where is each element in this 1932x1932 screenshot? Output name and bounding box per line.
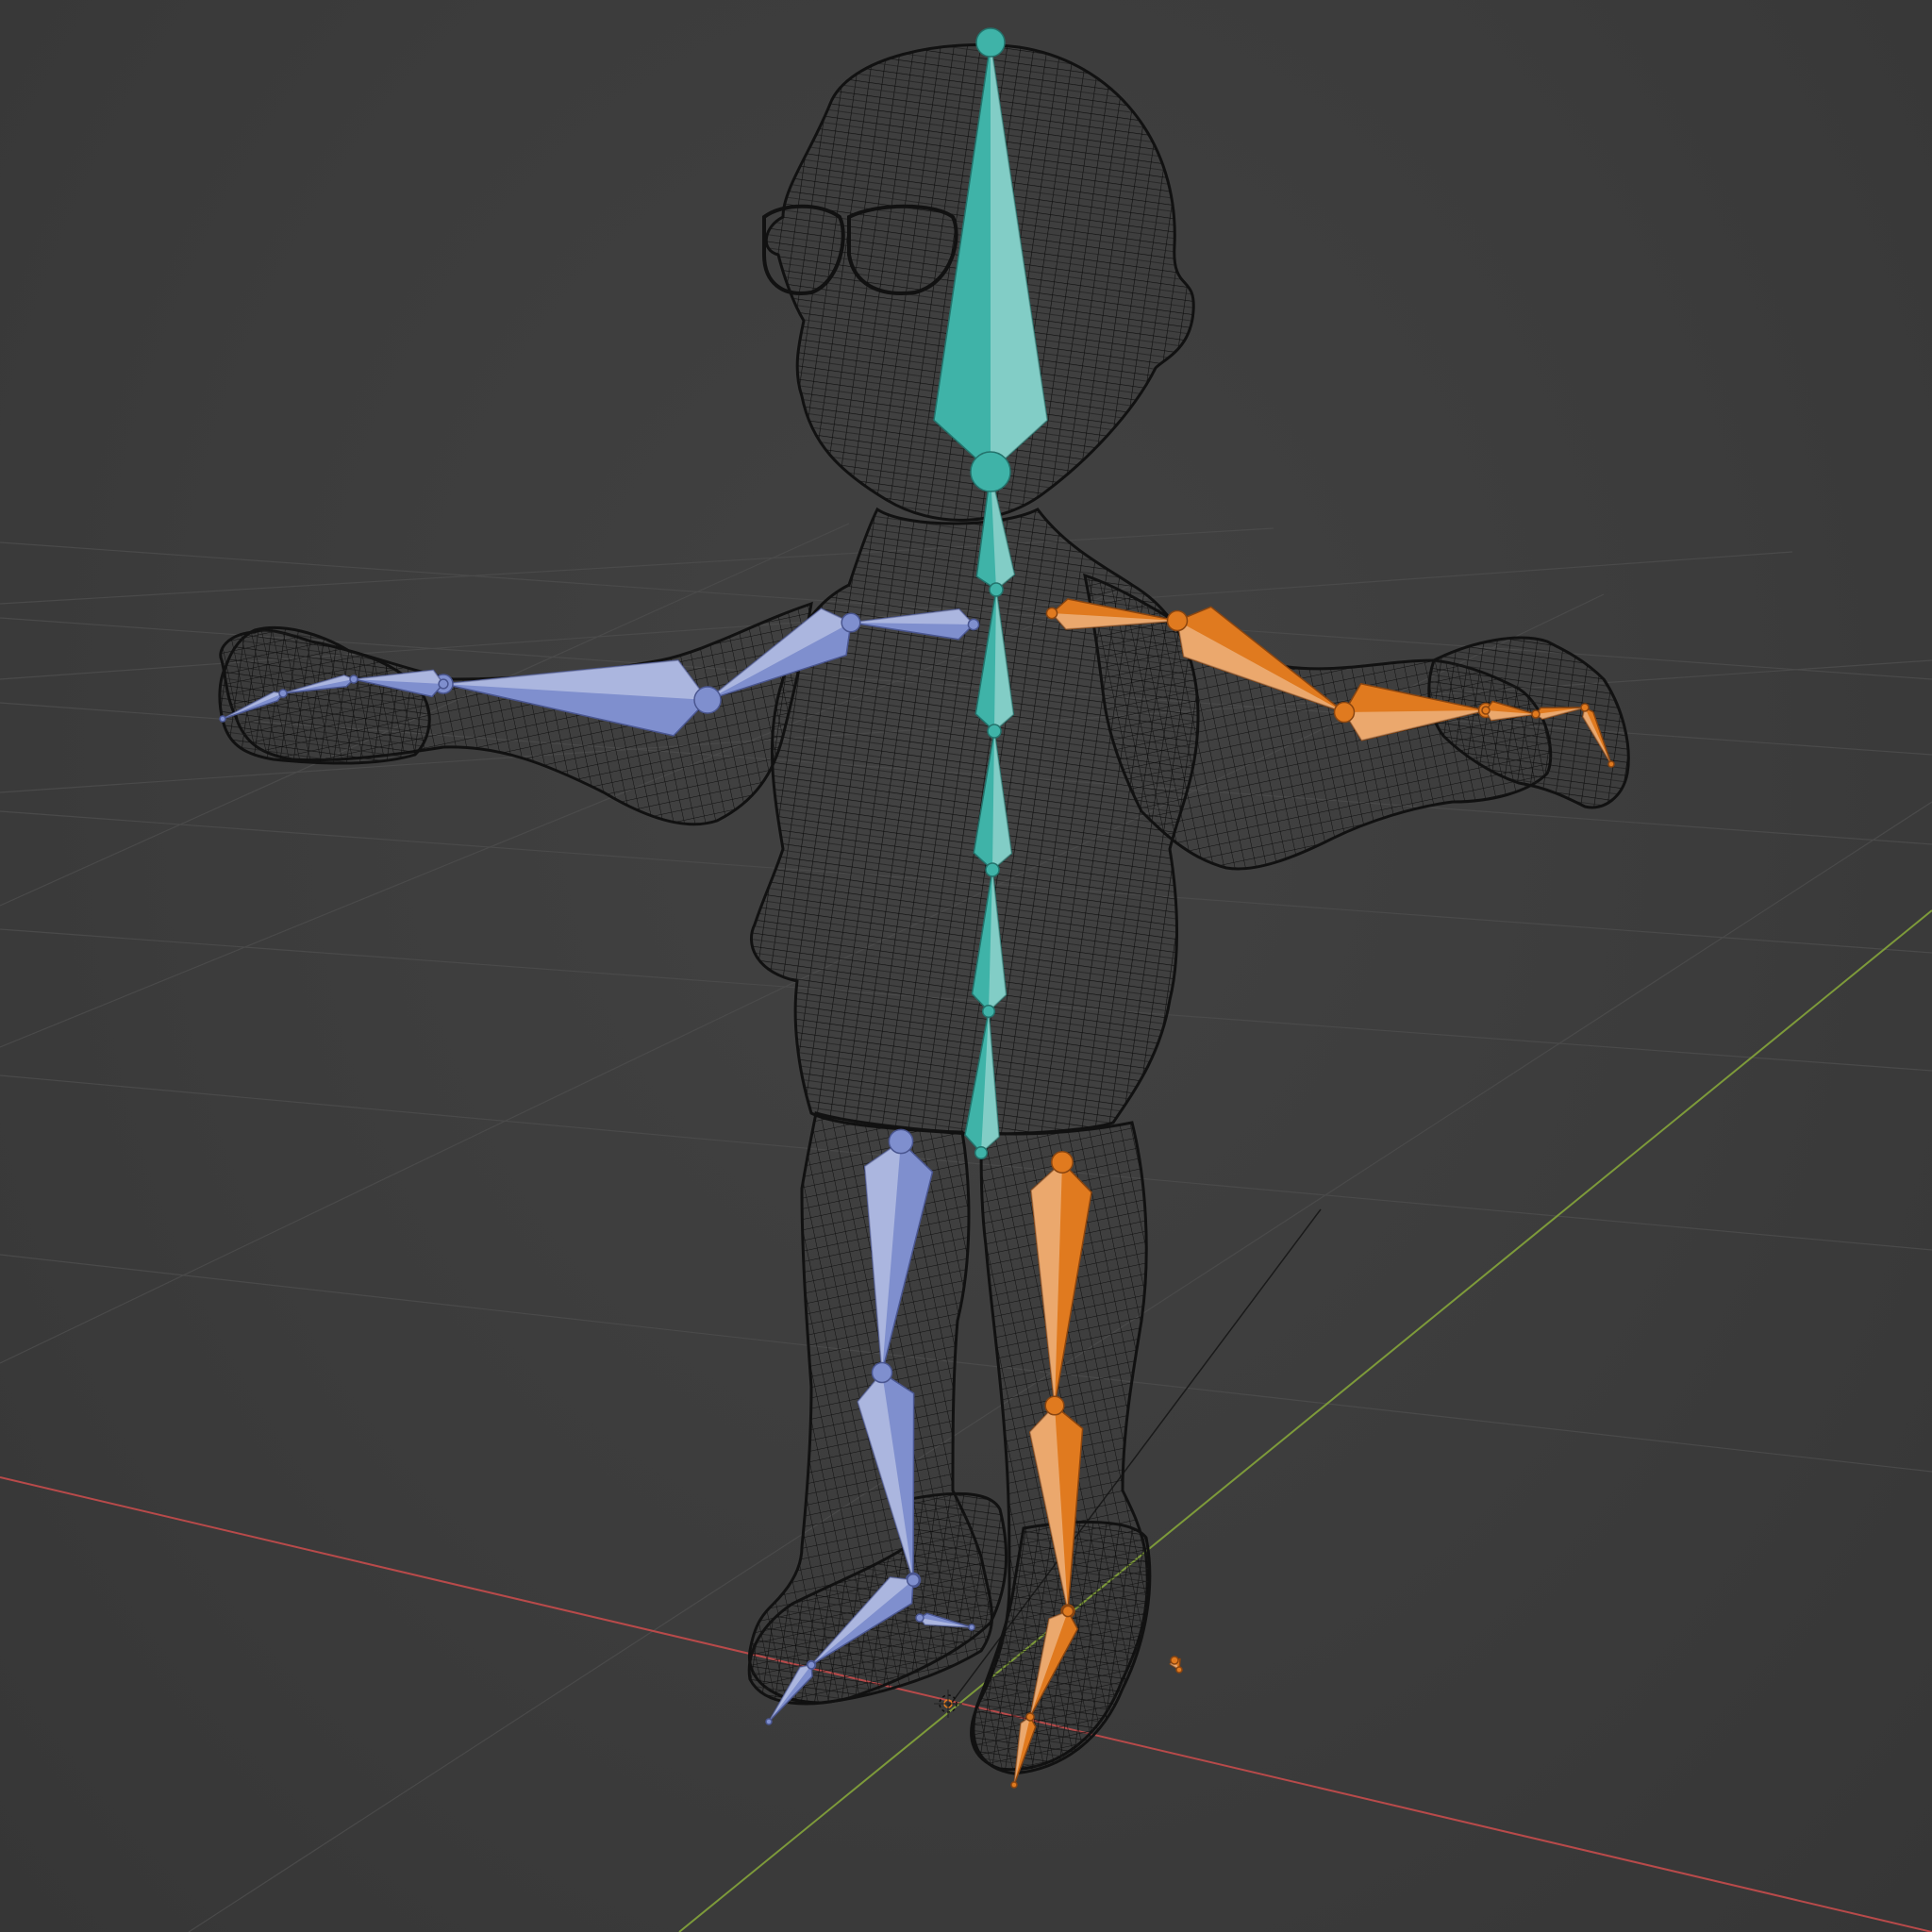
bone-head-joint[interactable]: [888, 1128, 914, 1155]
bone-tail-joint[interactable]: [975, 27, 1006, 58]
bone-tail-joint[interactable]: [1010, 1781, 1018, 1789]
bone-tail-joint[interactable]: [968, 1624, 975, 1631]
bone-head-joint[interactable]: [349, 675, 358, 684]
bone-head-joint[interactable]: [278, 689, 288, 698]
bone-head-joint[interactable]: [1025, 1712, 1035, 1722]
character-mesh[interactable]: [218, 43, 1630, 1775]
bone-head-joint[interactable]: [987, 724, 1002, 739]
bone-tail-joint[interactable]: [1607, 760, 1615, 768]
bone-head-joint[interactable]: [1481, 706, 1491, 715]
bone-head-joint[interactable]: [1045, 607, 1058, 620]
grid-line: [0, 1254, 1932, 1473]
bone-head-joint[interactable]: [807, 1660, 816, 1670]
bone-head-joint[interactable]: [693, 686, 722, 714]
bone-head-joint[interactable]: [871, 1361, 893, 1384]
bone-head-joint[interactable]: [1531, 709, 1541, 719]
bone-tail-joint[interactable]: [219, 715, 226, 723]
3d-viewport[interactable]: [0, 0, 1932, 1932]
bone-head-joint[interactable]: [974, 1145, 989, 1160]
bone-head-joint[interactable]: [981, 1004, 996, 1019]
bone-right-toe-extra[interactable]: [1169, 1656, 1183, 1674]
viewport-scene[interactable]: [0, 0, 1932, 1932]
bone-head-joint[interactable]: [1061, 1605, 1074, 1618]
bone-head-joint[interactable]: [989, 582, 1004, 597]
bone-head-joint[interactable]: [970, 451, 1011, 492]
bone-head-joint[interactable]: [1580, 703, 1590, 712]
bone-head-joint[interactable]: [915, 1613, 924, 1623]
bone-head-joint[interactable]: [967, 618, 980, 631]
bone-head-joint[interactable]: [841, 612, 861, 633]
bone-tail-joint[interactable]: [1175, 1666, 1183, 1674]
bone-head-joint[interactable]: [1044, 1395, 1065, 1416]
bone-tail-joint[interactable]: [765, 1718, 773, 1725]
mesh-left-hand: [218, 626, 431, 765]
bone-head-joint[interactable]: [1333, 701, 1356, 724]
bone-head-joint[interactable]: [985, 862, 1000, 877]
bone-head-joint[interactable]: [1170, 1656, 1179, 1665]
bone-head-joint[interactable]: [1166, 609, 1189, 632]
bone-head-joint[interactable]: [438, 678, 449, 690]
bone-head-joint[interactable]: [906, 1573, 921, 1588]
bone-head-joint[interactable]: [1051, 1151, 1074, 1174]
